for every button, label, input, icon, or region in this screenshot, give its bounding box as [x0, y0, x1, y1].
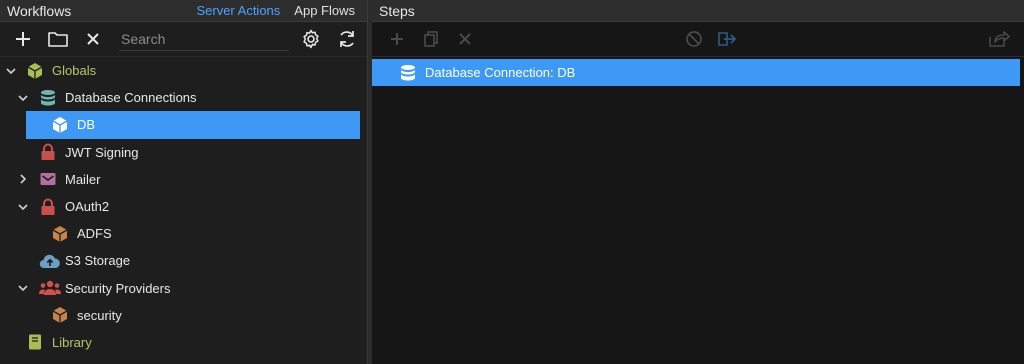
- add-step-button[interactable]: [384, 26, 410, 52]
- chevron-down-icon[interactable]: [16, 200, 30, 214]
- chevron-down-icon[interactable]: [16, 91, 30, 105]
- chevron-right-icon[interactable]: [16, 172, 30, 186]
- tree-item-label: Library: [52, 334, 92, 350]
- search-box: [119, 27, 289, 51]
- steps-panel: Steps Database Connection: DB: [372, 0, 1024, 364]
- tab-app-flows[interactable]: App Flows: [287, 3, 367, 18]
- tree-item-label: Mailer: [65, 171, 101, 187]
- delete-step-button[interactable]: [452, 26, 478, 52]
- users-icon: [38, 279, 62, 297]
- export-step-button[interactable]: [986, 26, 1012, 52]
- cube-icon: [51, 116, 69, 134]
- move-step-button[interactable]: [715, 26, 741, 52]
- tree-item-label: OAuth2: [65, 199, 110, 215]
- tree-item-mailer[interactable]: Mailer: [0, 166, 367, 193]
- refresh-icon: [340, 31, 354, 47]
- step-label: Database Connection: DB: [425, 65, 576, 80]
- close-icon: [459, 33, 471, 45]
- add-button[interactable]: [10, 26, 36, 52]
- chevron-down-icon[interactable]: [16, 281, 30, 295]
- envelope-icon: [39, 170, 57, 188]
- share-icon: [989, 31, 1010, 47]
- tree-item-label: Globals: [52, 63, 97, 79]
- folder-icon: [48, 32, 68, 47]
- chevron-down-icon[interactable]: [4, 64, 18, 78]
- tree-item-library[interactable]: Library: [0, 329, 367, 356]
- tree-item-globals[interactable]: Globals: [0, 57, 367, 84]
- workflow-tree: Globals Database Connections DB JWT Sign…: [0, 57, 367, 356]
- move-out-icon: [718, 32, 737, 46]
- delete-button[interactable]: [80, 26, 106, 52]
- tree-item-label: S3 Storage: [65, 253, 131, 269]
- cube-icon: [51, 306, 69, 324]
- step-item-database-connection[interactable]: Database Connection: DB: [372, 59, 1020, 86]
- plus-icon: [16, 32, 30, 46]
- database-icon: [39, 89, 57, 107]
- database-icon: [399, 64, 417, 82]
- settings-button[interactable]: [298, 26, 324, 52]
- tree-item-label: security: [77, 307, 122, 323]
- gear-icon: [303, 29, 319, 49]
- copy-step-button[interactable]: [418, 26, 444, 52]
- tree-item-label: DB: [77, 117, 96, 133]
- plus-icon: [391, 33, 403, 45]
- steps-toolbar: [372, 22, 1024, 57]
- tree-item-adfs[interactable]: ADFS: [0, 220, 367, 247]
- tree-item-label: Security Providers: [65, 280, 171, 296]
- panel-title: Steps: [379, 2, 415, 19]
- tree-item-security-providers[interactable]: Security Providers: [0, 275, 367, 302]
- close-icon: [87, 33, 99, 45]
- cloud-upload-icon: [39, 252, 61, 270]
- tree-item-s3-storage[interactable]: S3 Storage: [0, 247, 367, 274]
- toolbar-right: [295, 26, 367, 52]
- lock-icon: [39, 198, 57, 216]
- lock-icon: [39, 143, 57, 161]
- tree-item-label: Database Connections: [65, 90, 197, 106]
- tree-item-db[interactable]: DB: [26, 111, 360, 139]
- tree-item-label: ADFS: [77, 226, 112, 242]
- tab-server-actions[interactable]: Server Actions: [189, 3, 287, 18]
- steps-header: Steps: [372, 0, 1024, 22]
- tree-item-security[interactable]: security: [0, 302, 367, 329]
- refresh-button[interactable]: [334, 26, 360, 52]
- copy-icon: [424, 31, 438, 47]
- cube-icon: [26, 62, 44, 80]
- book-icon: [26, 333, 44, 351]
- tree-item-database-connections[interactable]: Database Connections: [0, 84, 367, 111]
- ban-icon: [686, 31, 702, 47]
- tree-item-oauth2[interactable]: OAuth2: [0, 193, 367, 220]
- search-input[interactable]: [119, 27, 289, 50]
- add-folder-button[interactable]: [45, 26, 71, 52]
- workflows-header: Workflows Server Actions App Flows: [0, 0, 367, 22]
- panel-title: Workflows: [7, 2, 72, 19]
- tree-item-label: JWT Signing: [65, 144, 139, 160]
- cube-icon: [51, 225, 69, 243]
- disable-step-button[interactable]: [681, 26, 707, 52]
- tree-item-jwt-signing[interactable]: JWT Signing: [0, 139, 367, 166]
- workflows-toolbar: [0, 22, 367, 57]
- workflows-panel: Workflows Server Actions App Flows Searc…: [0, 0, 367, 364]
